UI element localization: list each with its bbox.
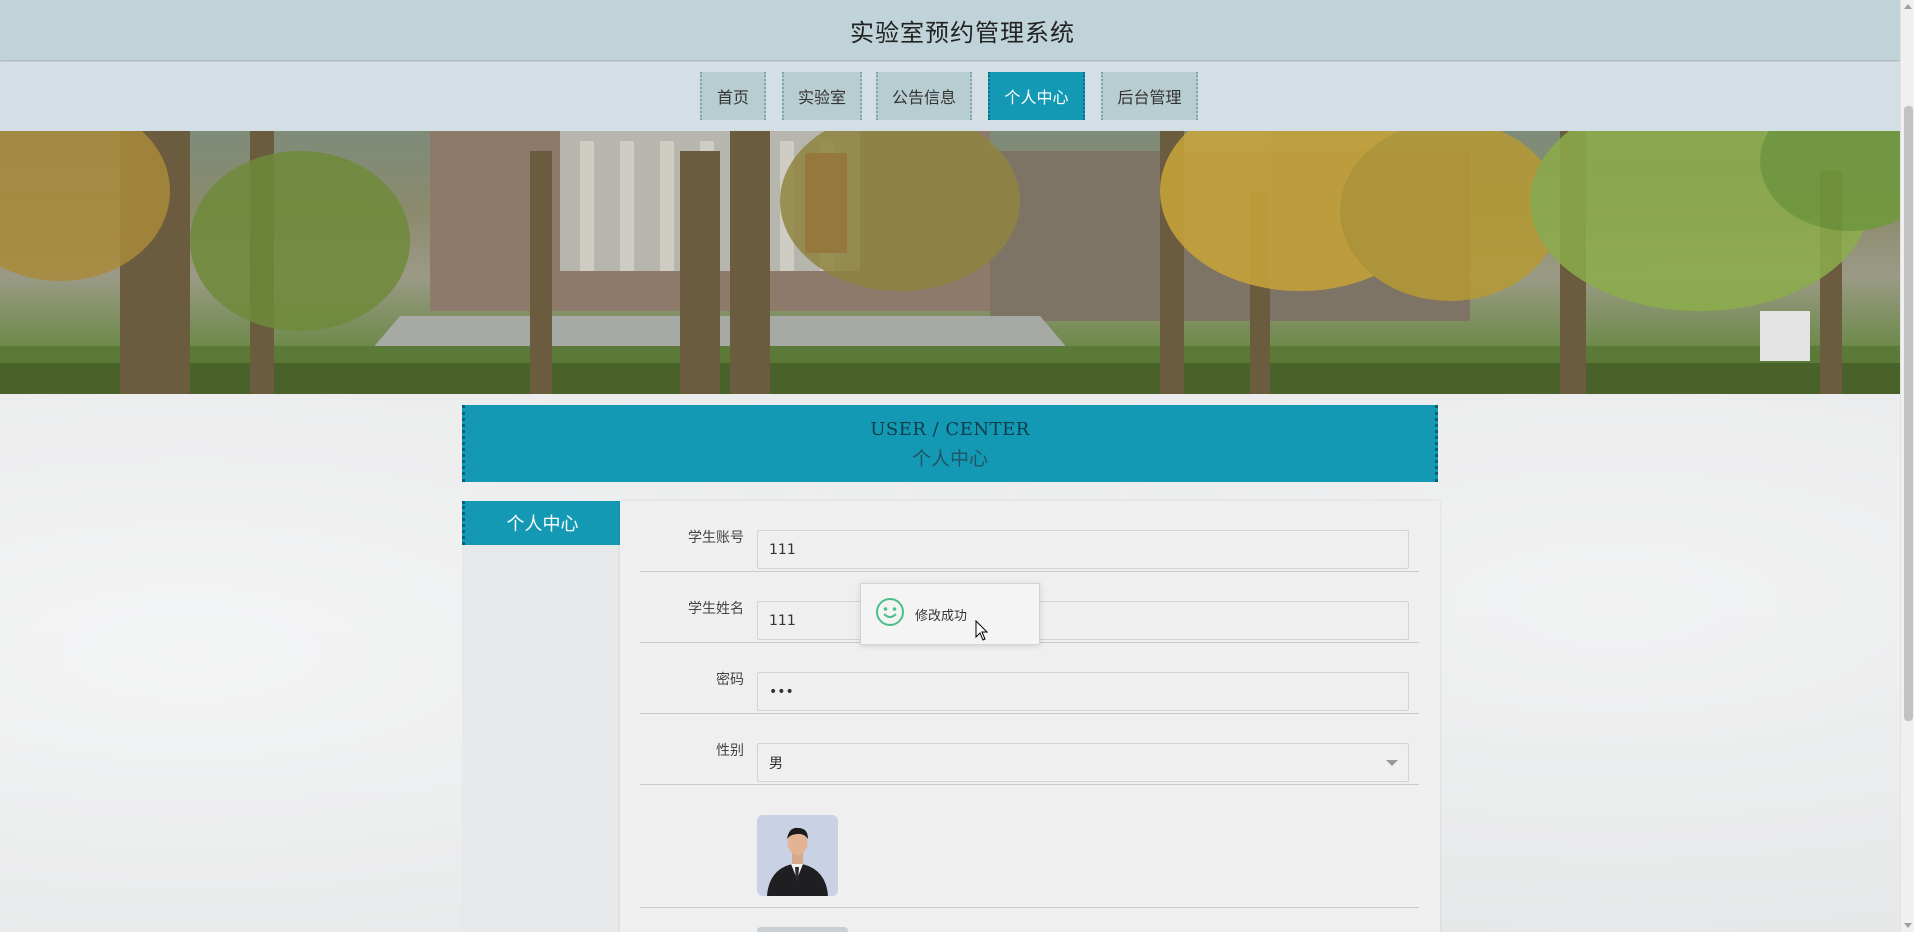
toast-notification: 修改成功 xyxy=(860,583,1040,645)
form-row-account: 学生账号 111 xyxy=(640,501,1419,572)
nav-item-announcements[interactable]: 公告信息 xyxy=(876,72,972,120)
mouse-cursor-icon xyxy=(975,619,989,646)
gender-label: 性别 xyxy=(716,742,744,759)
account-input[interactable]: 111 xyxy=(757,530,1409,569)
gender-select[interactable]: 男 xyxy=(757,743,1409,782)
page-scrollbar[interactable] xyxy=(1900,0,1914,932)
site-title: 实验室预约管理系统 xyxy=(850,18,1075,47)
smiley-icon xyxy=(875,597,905,631)
nav-item-labs[interactable]: 实验室 xyxy=(782,72,862,120)
side-menu-item-user-center[interactable]: 个人中心 xyxy=(462,501,620,545)
campus-banner-image xyxy=(0,131,1900,394)
nav-item-admin[interactable]: 后台管理 xyxy=(1101,72,1198,120)
profile-form: 学生账号 111 学生姓名 111 密码 ••• 性别 男 xyxy=(620,501,1440,932)
chevron-down-icon xyxy=(1386,760,1398,766)
toast-message: 修改成功 xyxy=(915,608,968,624)
form-row-password: 密码 ••• xyxy=(640,643,1419,714)
password-input[interactable]: ••• xyxy=(757,672,1409,711)
submit-button[interactable] xyxy=(757,927,848,932)
nav-item-home[interactable]: 首页 xyxy=(700,72,766,120)
form-row-gender: 性别 男 xyxy=(640,714,1419,785)
scroll-down-arrow-icon[interactable] xyxy=(1904,923,1912,928)
site-header: 实验室预约管理系统 xyxy=(0,0,1900,61)
section-header: USER / CENTER 个人中心 xyxy=(462,405,1438,482)
name-label: 学生姓名 xyxy=(688,600,744,617)
account-label: 学生账号 xyxy=(688,529,744,546)
section-title-en: USER / CENTER xyxy=(870,419,1030,440)
name-input[interactable]: 111 xyxy=(757,601,1409,640)
nav-item-user-center[interactable]: 个人中心 xyxy=(988,72,1085,120)
side-menu: 个人中心 xyxy=(462,501,620,932)
scroll-up-arrow-icon[interactable] xyxy=(1904,4,1912,9)
gender-select-value: 男 xyxy=(769,755,783,772)
scrollbar-thumb[interactable] xyxy=(1904,106,1913,721)
avatar[interactable] xyxy=(757,815,838,896)
password-label: 密码 xyxy=(716,671,744,688)
main-nav: 首页 实验室 公告信息 个人中心 后台管理 xyxy=(0,62,1900,131)
section-title-zh: 个人中心 xyxy=(911,448,988,470)
